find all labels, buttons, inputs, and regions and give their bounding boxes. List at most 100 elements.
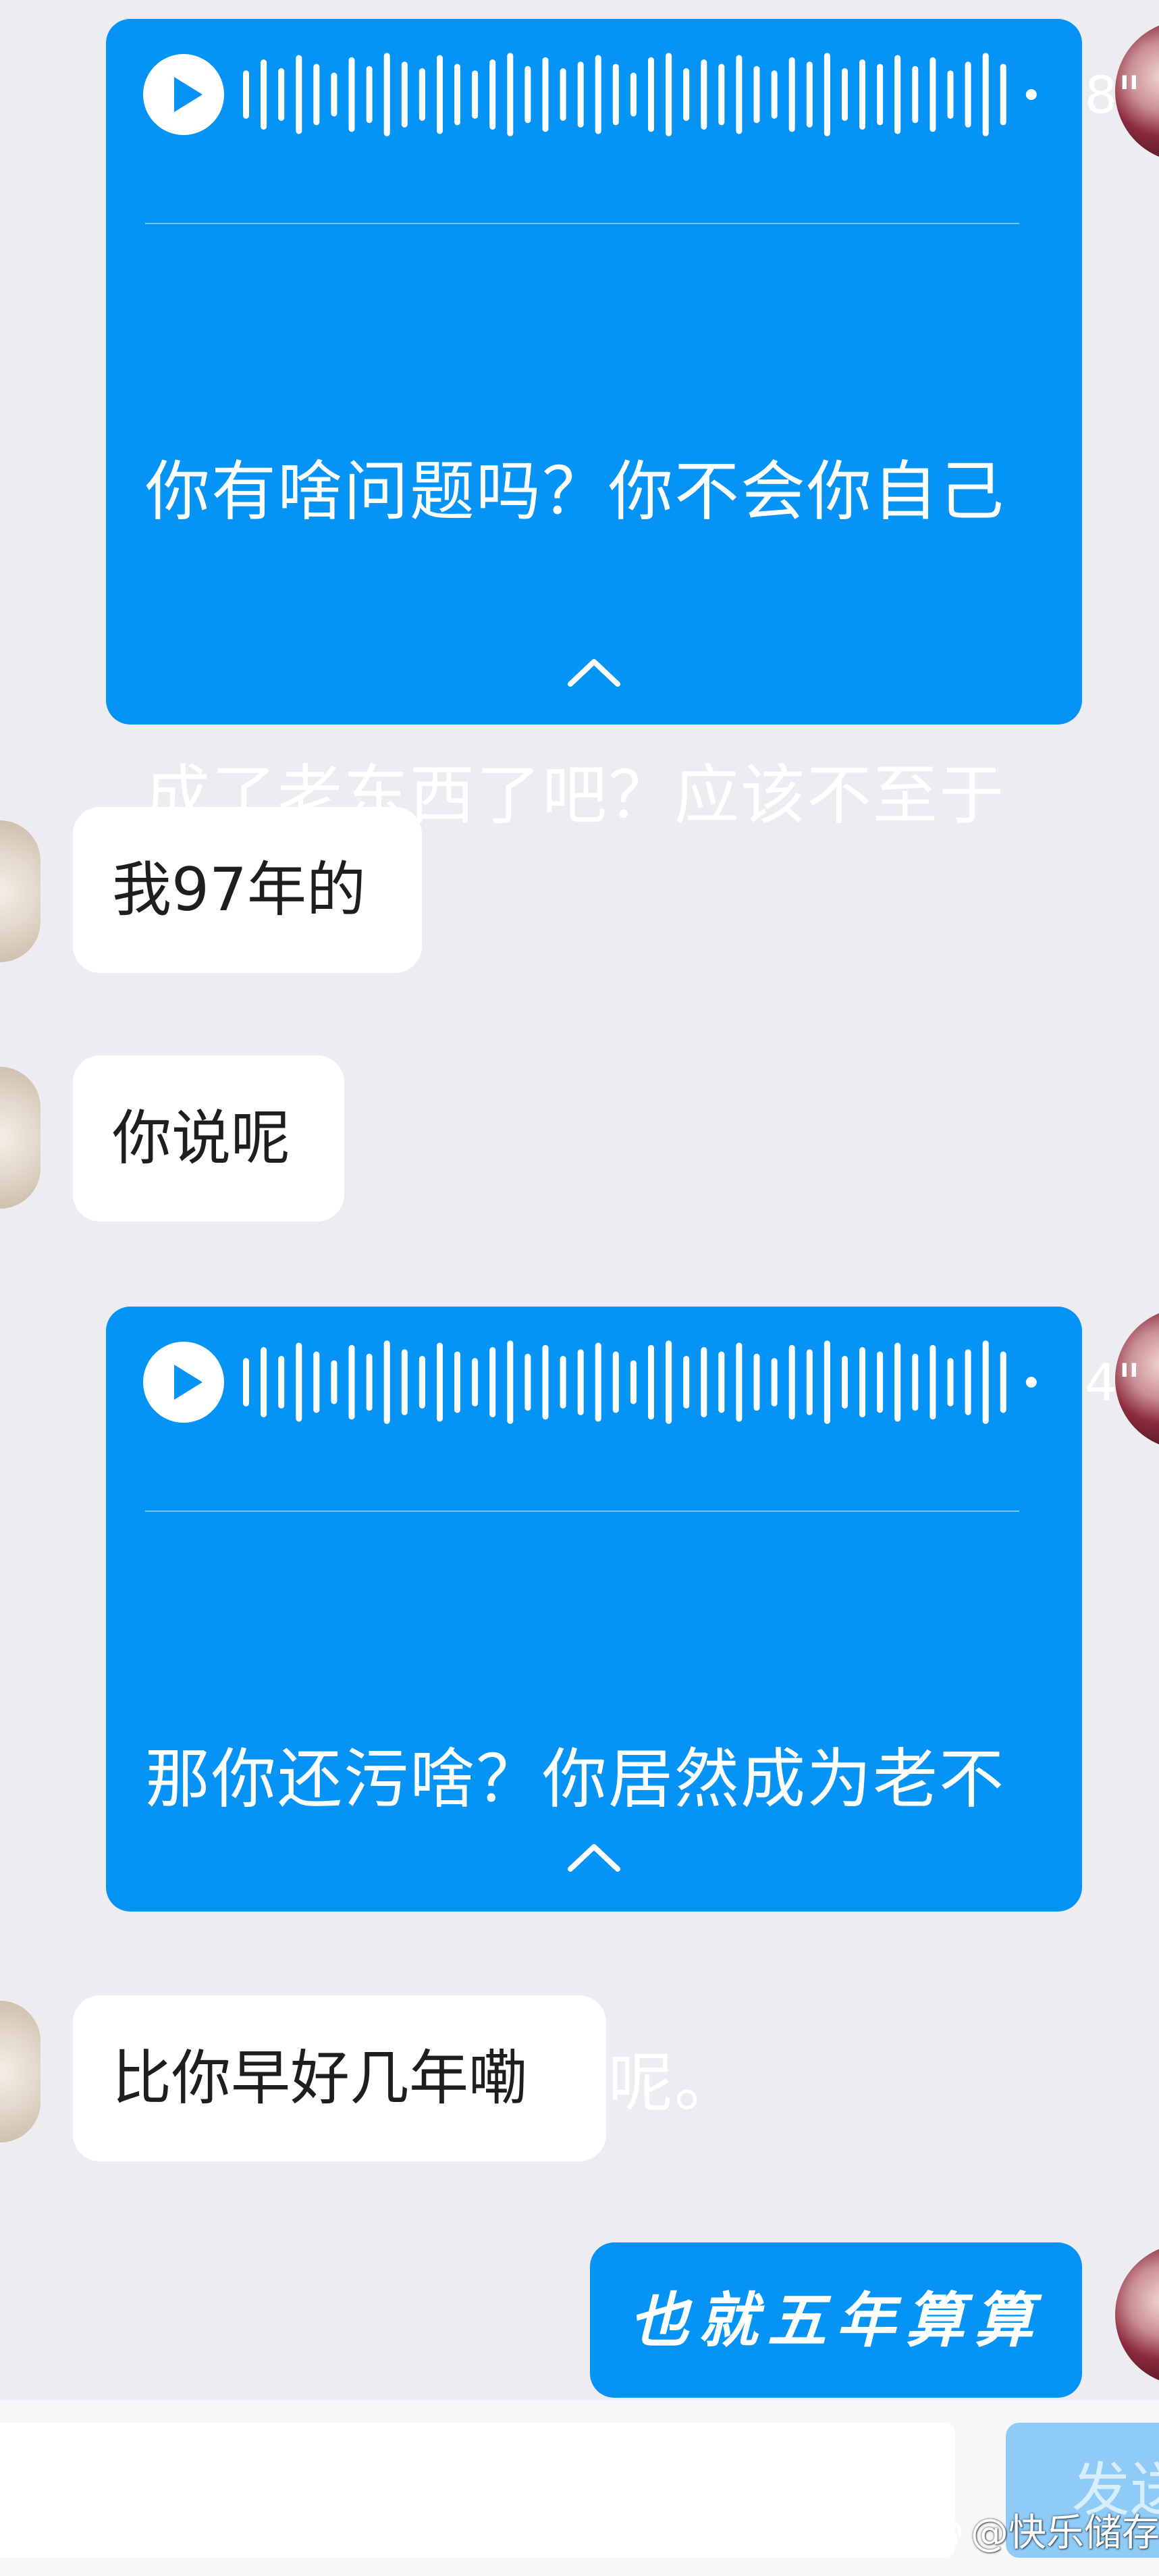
waveform-bar — [965, 61, 971, 128]
waveform-bar — [894, 1342, 901, 1422]
voice-message-bubble[interactable]: 8" 你有啥问题吗？你不会你自己 成了老东西了吧？应该不至于 吧。 — [106, 19, 1141, 1137]
chevron-up-icon[interactable] — [554, 1832, 635, 1879]
waveform-bar — [366, 65, 373, 124]
waveform-bar — [753, 65, 760, 124]
waveform-bar — [524, 1353, 531, 1411]
waveform-bar — [806, 61, 813, 128]
message-text: 比你早好几年嘞 — [112, 2043, 529, 2113]
waveform-bar — [1000, 1351, 1006, 1413]
voice-message-bubble[interactable]: 4" 那你还污啥？你居然成为老不 死的东西还早着呢。 — [106, 1307, 1141, 2121]
waveform-bar — [524, 65, 531, 124]
contact-avatar-left[interactable] — [0, 820, 41, 962]
waveform-bar — [419, 1356, 425, 1409]
text-message-bubble[interactable]: 你说呢 — [73, 1055, 344, 1221]
text-message-bubble[interactable]: 我97年的 — [73, 807, 422, 973]
waveform-bar — [401, 61, 408, 128]
waveform-bar — [313, 1351, 320, 1413]
waveform-bar — [507, 53, 514, 136]
voice-duration: 8" — [1085, 65, 1141, 125]
waveform-bar — [788, 57, 795, 132]
waveform-bar — [929, 1344, 936, 1420]
waveform-bar — [243, 70, 249, 119]
waveform-bar — [666, 1340, 672, 1424]
contact-avatar-left[interactable] — [0, 2001, 41, 2143]
message-text: 也就五年算算 — [629, 2285, 1043, 2355]
waveform-bar — [1000, 63, 1006, 126]
waveform-bar — [401, 1349, 408, 1415]
waveform-bar — [348, 1344, 355, 1420]
watermark-text: @快乐储存所 — [971, 2511, 1159, 2555]
waveform-bar — [666, 53, 672, 136]
waveform-bar — [894, 55, 901, 134]
waveform-bar — [261, 59, 267, 130]
weibo-logo-icon — [921, 2520, 962, 2553]
voice-transcript: 那你还污啥？你居然成为老不 死的东西还早着呢。 — [145, 1526, 1016, 2336]
waveform-bar — [383, 53, 390, 136]
chevron-up-icon[interactable] — [554, 647, 635, 694]
divider — [145, 1510, 1019, 1512]
waveform-bar — [454, 63, 460, 126]
waveform-bar — [489, 1347, 496, 1417]
play-icon — [174, 1365, 203, 1400]
waveform-bar — [648, 57, 654, 132]
waveform-bar — [877, 1351, 884, 1413]
message-text: 我97年的 — [112, 855, 366, 924]
waveform-bar — [489, 59, 496, 130]
waveform-bar — [788, 1344, 795, 1420]
waveform-bar — [947, 70, 954, 119]
waveform-bar — [331, 1360, 338, 1404]
waveform-bar — [701, 59, 707, 130]
waveform-bar — [595, 55, 601, 134]
waveform-bar — [771, 70, 778, 119]
message-input[interactable] — [0, 2423, 955, 2558]
waveform-bar — [454, 1351, 460, 1413]
waveform-bar — [859, 59, 865, 130]
waveform-bar — [348, 57, 355, 132]
play-button[interactable] — [143, 1342, 224, 1423]
waveform-bar — [771, 1358, 778, 1407]
waveform-bar — [912, 65, 919, 124]
waveform-bar — [278, 1356, 285, 1409]
waveform-bar — [577, 61, 584, 128]
play-icon — [174, 77, 203, 112]
contact-avatar-right[interactable] — [1115, 2244, 1159, 2386]
waveform-bar — [261, 1347, 267, 1417]
contact-avatar-left[interactable] — [0, 1067, 41, 1209]
sent-message-bubble[interactable]: 也就五年算算 — [590, 2242, 1082, 2398]
waveform-bar — [560, 68, 566, 121]
waveform-bar — [718, 63, 725, 126]
waveform-bar — [683, 1356, 690, 1409]
message-text: 你说呢 — [112, 1103, 291, 1173]
waveform-bar — [912, 1353, 919, 1411]
waveform-bar — [947, 1358, 954, 1407]
waveform-bar — [437, 1342, 443, 1422]
transcript-line: 那你还污啥？你居然成为老不 — [145, 1741, 1005, 1817]
waveform-bar — [877, 63, 884, 126]
waveform-icon — [243, 1340, 1037, 1424]
waveform-bar — [824, 1340, 830, 1424]
waveform-bar — [595, 1342, 601, 1422]
watermark: @快乐储存所 — [919, 2506, 1159, 2560]
waveform-bar — [366, 1353, 373, 1411]
waveform-bar — [718, 1351, 725, 1413]
waveform-bar — [842, 68, 848, 121]
waveform-dot — [1025, 89, 1037, 100]
waveform-bar — [560, 1356, 566, 1409]
waveform-bar — [824, 53, 830, 136]
waveform-bar — [612, 1351, 619, 1413]
waveform-bar — [842, 1356, 848, 1409]
waveform-bar — [542, 1344, 549, 1420]
waveform-bar — [859, 1347, 865, 1417]
play-button[interactable] — [143, 54, 224, 135]
transcript-line: 你有啥问题吗？你不会你自己 — [145, 454, 1005, 529]
waveform-bar — [630, 1360, 637, 1404]
waveform-bar — [507, 1340, 514, 1424]
waveform-bar — [437, 55, 443, 134]
text-message-bubble[interactable]: 比你早好几年嘞 — [73, 1995, 606, 2161]
voice-duration: 4" — [1085, 1352, 1141, 1413]
waveform-bar — [965, 1349, 971, 1415]
waveform-bar — [331, 72, 338, 117]
waveform-bar — [753, 1353, 760, 1411]
waveform-bar — [383, 1340, 390, 1424]
waveform-bar — [736, 55, 743, 134]
